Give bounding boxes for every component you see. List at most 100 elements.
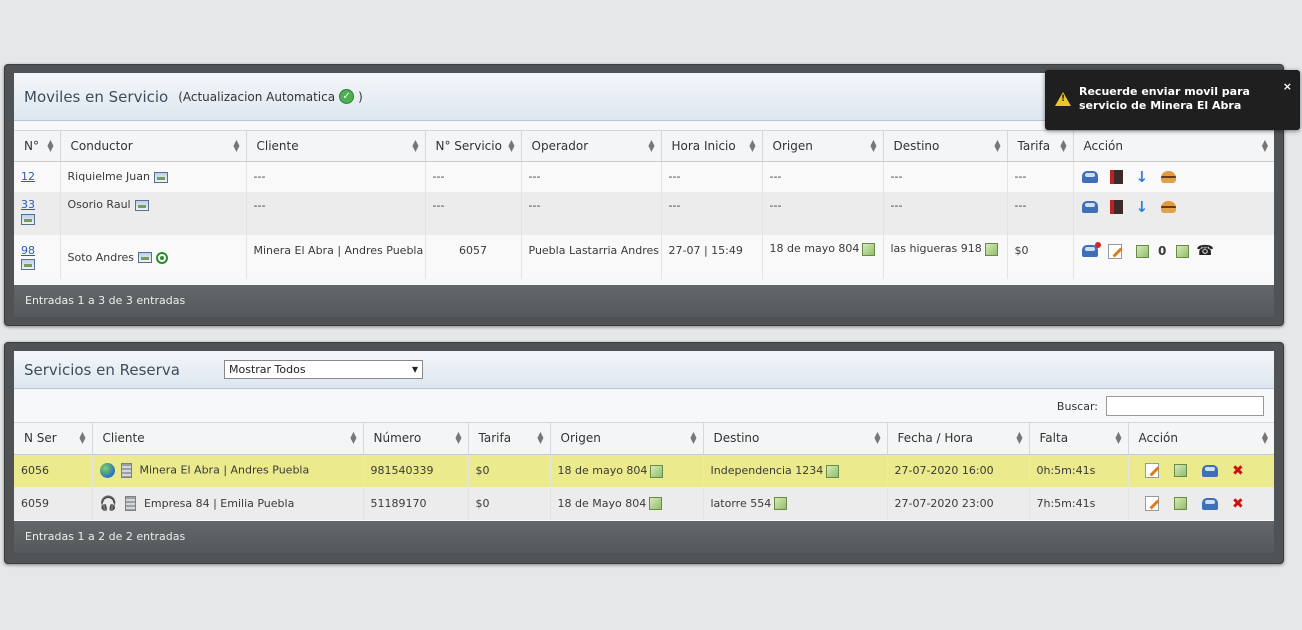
reservas-panel-body: Servicios en Reserva Mostrar Todos Busca… [14,351,1274,521]
map-icon[interactable] [1174,497,1187,510]
cell: $0 [468,454,551,487]
cell: 27-07-2020 16:00 [887,454,1030,487]
photo-icon[interactable] [21,213,35,225]
edit-icon[interactable] [1144,496,1159,511]
sort-icon[interactable]: ▲ ▼ [1016,431,1024,445]
sort-icon[interactable]: ▲ ▼ [455,431,463,445]
map-icon[interactable] [649,497,663,511]
cell: --- [1007,161,1074,192]
car-icon[interactable] [1081,201,1098,213]
cell: --- [521,161,662,192]
column-header[interactable]: Origen ▲ ▼ [550,423,704,455]
column-header[interactable]: Conductor ▲ ▼ [60,131,247,162]
delete-icon[interactable]: ✖ [1232,463,1244,479]
filter-select[interactable]: Mostrar Todos [224,360,423,379]
map-icon[interactable] [774,497,788,511]
map-icon[interactable] [826,464,840,478]
edit-icon[interactable] [1144,463,1159,479]
auto-refresh-label: (Actualizacion Automatica [178,89,336,104]
sort-icon[interactable]: ▲ ▼ [1261,431,1269,445]
sort-icon[interactable]: ▲ ▼ [47,139,55,153]
cell: --- [425,161,522,192]
exit-icon[interactable] [1110,200,1123,214]
movil-number-link[interactable]: 12 [21,170,35,183]
column-header[interactable]: Acción ▲ ▼ [1128,423,1274,455]
conductor-name: Riquielme Juan [67,170,150,184]
car-icon[interactable] [1201,497,1218,510]
burger-icon[interactable] [1160,170,1176,183]
sort-icon[interactable]: ▲ ▼ [1261,139,1269,153]
movil-number-link[interactable]: 33 [21,198,35,211]
sort-icon[interactable]: ▲ ▼ [233,139,241,153]
column-header[interactable]: Destino ▲ ▼ [703,423,888,455]
cell: 27-07 | 15:49 [661,235,763,279]
map-icon[interactable] [984,242,998,256]
origin-text: 18 de mayo 804 [769,242,860,255]
gps-target-icon[interactable] [156,251,169,264]
table-row[interactable]: 6059 🎧 Empresa 84 | Emilia Puebla 5118917… [14,487,1274,520]
movil-number-link[interactable]: 98 [21,244,35,257]
map-icon[interactable] [650,464,664,478]
sort-icon[interactable]: ▲ ▼ [874,431,882,445]
column-header[interactable]: Cliente ▲ ▼ [92,423,364,455]
cell: 7h:5m:41s [1029,487,1129,520]
sort-icon[interactable]: ▲ ▼ [508,139,516,153]
map-icon[interactable] [862,242,876,256]
arrow-down-icon[interactable]: ↓ [1136,198,1149,216]
cell: 51189170 [363,487,469,520]
sort-icon[interactable]: ▲ ▼ [537,431,545,445]
photo-icon[interactable] [21,259,35,271]
sort-icon[interactable]: ▲ ▼ [994,139,1002,153]
map-icon[interactable] [1135,244,1149,258]
cell: $0 [468,487,551,520]
column-header[interactable]: Hora Inicio ▲ ▼ [661,131,763,162]
column-header[interactable]: N Ser ▲ ▼ [14,423,93,455]
map-icon[interactable] [1174,464,1187,478]
sort-icon[interactable]: ▲ ▼ [749,139,757,153]
photo-icon[interactable] [134,199,149,211]
notification-toast[interactable]: Recuerde enviar movil para servicio de M… [1045,70,1300,130]
column-header[interactable]: Destino ▲ ▼ [883,131,1008,162]
exit-icon[interactable] [1110,169,1123,184]
cell: --- [661,161,763,192]
edit-icon[interactable] [1108,243,1122,259]
column-header[interactable]: Tarifa ▲ ▼ [468,423,551,455]
client-name: Empresa 84 | Emilia Puebla [143,496,295,510]
sort-icon[interactable]: ▲ ▼ [1060,139,1068,153]
car-icon[interactable] [1201,464,1218,477]
sort-icon[interactable]: ▲ ▼ [79,431,87,445]
photo-icon[interactable] [153,171,168,183]
count-badge: 0 [1158,244,1167,258]
column-header[interactable]: N° ▲ ▼ [14,131,61,162]
column-header[interactable]: Operador ▲ ▼ [521,131,662,162]
column-header[interactable]: Acción ▲ ▼ [1073,131,1274,162]
car-alert-icon[interactable] [1081,242,1101,257]
close-icon[interactable]: × [1283,80,1292,93]
sort-icon[interactable]: ▲ ▼ [412,139,420,153]
car-icon[interactable] [1081,170,1098,183]
sort-icon[interactable]: ▲ ▼ [690,431,698,445]
table-row[interactable]: 6056 Minera El Abra | Andres Puebla 9815… [14,454,1274,487]
column-header[interactable]: Origen ▲ ▼ [762,131,884,162]
cell: 6059 [14,487,93,520]
search-input[interactable] [1106,396,1264,416]
column-header[interactable]: Cliente ▲ ▼ [246,131,426,162]
column-header[interactable]: Fecha / Hora ▲ ▼ [887,423,1030,455]
building-icon [124,496,136,511]
cell: 981540339 [363,454,469,487]
photo-icon[interactable] [138,252,153,263]
arrow-down-icon[interactable]: ↓ [1136,168,1149,186]
burger-icon[interactable] [1160,201,1176,213]
delete-icon[interactable]: ✖ [1232,496,1244,512]
sort-icon[interactable]: ▲ ▼ [1115,431,1123,445]
sort-icon[interactable]: ▲ ▼ [870,139,878,153]
column-header[interactable]: N° Servicio ▲ ▼ [425,131,522,162]
check-icon[interactable]: ✓ [339,89,355,104]
map-icon[interactable] [1175,244,1189,258]
sort-icon[interactable]: ▲ ▼ [648,139,656,153]
column-header[interactable]: Número ▲ ▼ [363,423,469,455]
column-header[interactable]: Falta ▲ ▼ [1029,423,1129,455]
column-header[interactable]: Tarifa ▲ ▼ [1007,131,1074,162]
sort-icon[interactable]: ▲ ▼ [350,431,358,445]
phone-icon[interactable]: ☎ [1196,243,1213,259]
